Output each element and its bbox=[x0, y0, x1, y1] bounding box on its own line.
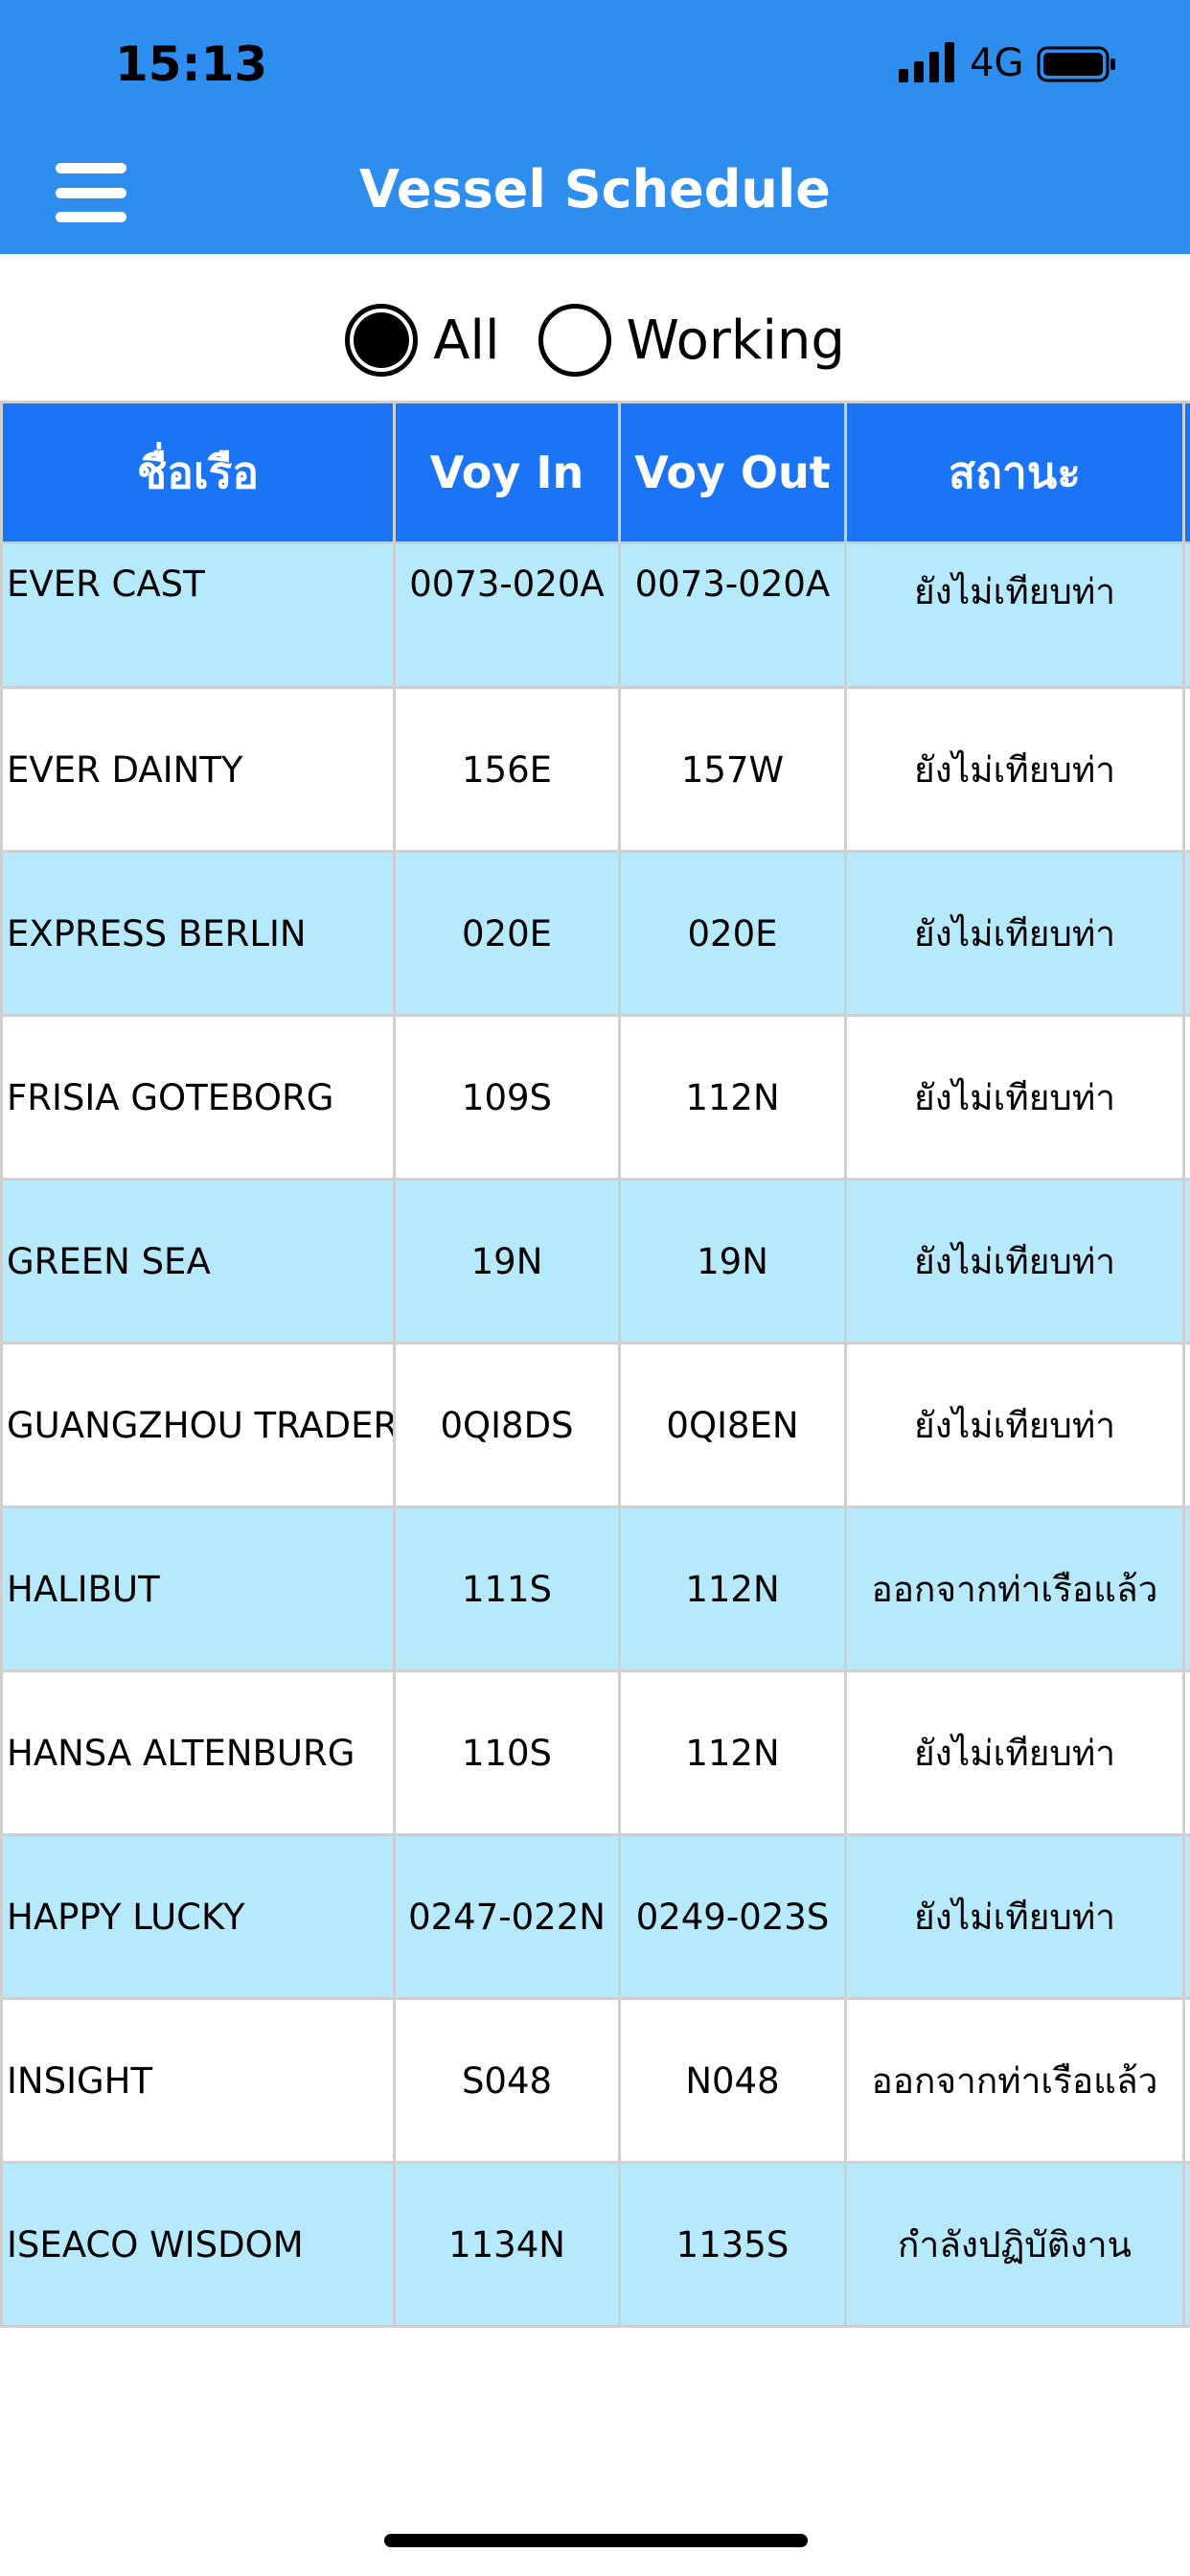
filter-working-label: Working bbox=[626, 309, 845, 372]
cell-vessel-name: HALIBUT bbox=[0, 1506, 396, 1672]
cell-overflow bbox=[1182, 1342, 1190, 1508]
cell-voy-out: 0073-020A bbox=[618, 541, 847, 689]
cell-voy-in: 19N bbox=[393, 1178, 621, 1345]
status-filter: All Working bbox=[0, 297, 1190, 383]
cell-voy-in: 0QI8DS bbox=[393, 1342, 621, 1508]
cell-overflow bbox=[1182, 2161, 1190, 2328]
table-row[interactable]: ISEACO WISDOM 1134N 1135S กำลังปฏิบัติงา… bbox=[0, 2161, 1190, 2328]
table-row[interactable]: HALIBUT 111S 112N ออกจากท่าเรือแล้ว bbox=[0, 1506, 1190, 1672]
app-header: 15:13 4G Vessel Schedule bbox=[0, 0, 1190, 254]
network-type-label: 4G bbox=[970, 41, 1024, 85]
vessel-schedule-table: ชื่อเรือ Voy In Voy Out สถานะ EVER CAST … bbox=[0, 401, 1190, 2328]
cell-vessel-name: GREEN SEA bbox=[0, 1178, 396, 1345]
cell-overflow bbox=[1182, 1014, 1190, 1181]
cell-voy-in: 1134N bbox=[393, 2161, 621, 2328]
cell-vessel-name: FRISIA GOTEBORG bbox=[0, 1014, 396, 1181]
cell-status: ยังไม่เทียบท่า bbox=[844, 1669, 1185, 1836]
cell-overflow bbox=[1182, 686, 1190, 853]
cell-overflow bbox=[1182, 1506, 1190, 1672]
cell-overflow bbox=[1182, 850, 1190, 1017]
header-status: สถานะ bbox=[844, 401, 1185, 544]
cell-overflow bbox=[1182, 1178, 1190, 1345]
cell-voy-in: 0073-020A bbox=[393, 541, 621, 689]
cell-status: ยังไม่เทียบท่า bbox=[844, 1014, 1185, 1181]
table-row[interactable]: FRISIA GOTEBORG 109S 112N ยังไม่เทียบท่า bbox=[0, 1014, 1190, 1181]
cell-vessel-name: EVER DAINTY bbox=[0, 686, 396, 853]
table-header-row: ชื่อเรือ Voy In Voy Out สถานะ bbox=[0, 401, 1190, 544]
cell-voy-out: 112N bbox=[618, 1014, 847, 1181]
cell-voy-out: 19N bbox=[618, 1178, 847, 1345]
cell-overflow bbox=[1182, 1833, 1190, 2000]
header-overflow-column bbox=[1182, 401, 1190, 544]
cell-status: ออกจากท่าเรือแล้ว bbox=[844, 1997, 1185, 2164]
cell-voy-out: 0QI8EN bbox=[618, 1342, 847, 1508]
header-voy-in: Voy In bbox=[393, 401, 621, 544]
cell-voy-out: 020E bbox=[618, 850, 847, 1017]
cell-vessel-name: EVER CAST bbox=[0, 541, 396, 689]
filter-working-option[interactable]: Working bbox=[538, 304, 845, 377]
cell-voy-out: N048 bbox=[618, 1997, 847, 2164]
cell-vessel-name: ISEACO WISDOM bbox=[0, 2161, 396, 2328]
table-row[interactable]: EXPRESS BERLIN 020E 020E ยังไม่เทียบท่า bbox=[0, 850, 1190, 1017]
header-vessel-name: ชื่อเรือ bbox=[0, 401, 396, 544]
cell-vessel-name: HANSA ALTENBURG bbox=[0, 1669, 396, 1836]
status-time: 15:13 bbox=[115, 36, 268, 92]
table-row[interactable]: EVER DAINTY 156E 157W ยังไม่เทียบท่า bbox=[0, 686, 1190, 853]
cell-overflow bbox=[1182, 1997, 1190, 2164]
cell-voy-in: 110S bbox=[393, 1669, 621, 1836]
cell-vessel-name: EXPRESS BERLIN bbox=[0, 850, 396, 1017]
cell-voy-out: 1135S bbox=[618, 2161, 847, 2328]
signal-strength-icon bbox=[899, 42, 954, 82]
cell-voy-out: 157W bbox=[618, 686, 847, 853]
cell-voy-in: 111S bbox=[393, 1506, 621, 1672]
table-row[interactable]: INSIGHT S048 N048 ออกจากท่าเรือแล้ว bbox=[0, 1997, 1190, 2164]
table-row[interactable]: GUANGZHOU TRADER 0QI8DS 0QI8EN ยังไม่เที… bbox=[0, 1342, 1190, 1508]
cell-voy-out: 112N bbox=[618, 1669, 847, 1836]
cell-voy-in: 156E bbox=[393, 686, 621, 853]
cell-overflow bbox=[1182, 541, 1190, 689]
radio-selected-icon[interactable] bbox=[345, 304, 419, 377]
page-title: Vessel Schedule bbox=[359, 159, 831, 219]
cell-voy-out: 0249-023S bbox=[618, 1833, 847, 2000]
cell-status: ยังไม่เทียบท่า bbox=[844, 686, 1185, 853]
home-indicator[interactable] bbox=[384, 2534, 808, 2547]
cell-status: ยังไม่เทียบท่า bbox=[844, 541, 1185, 689]
cell-voy-out: 112N bbox=[618, 1506, 847, 1672]
cell-vessel-name: GUANGZHOU TRADER bbox=[0, 1342, 396, 1508]
cell-voy-in: 109S bbox=[393, 1014, 621, 1181]
cell-voy-in: 0247-022N bbox=[393, 1833, 621, 2000]
cell-status: ยังไม่เทียบท่า bbox=[844, 1178, 1185, 1345]
cell-status: ออกจากท่าเรือแล้ว bbox=[844, 1506, 1185, 1672]
radio-unselected-icon[interactable] bbox=[538, 304, 611, 377]
cell-status: ยังไม่เทียบท่า bbox=[844, 1342, 1185, 1508]
table-row[interactable]: HANSA ALTENBURG 110S 112N ยังไม่เทียบท่า bbox=[0, 1669, 1190, 1836]
table-row[interactable]: HAPPY LUCKY 0247-022N 0249-023S ยังไม่เท… bbox=[0, 1833, 1190, 2000]
cell-vessel-name: INSIGHT bbox=[0, 1997, 396, 2164]
cell-vessel-name: HAPPY LUCKY bbox=[0, 1833, 396, 2000]
cell-overflow bbox=[1182, 1669, 1190, 1836]
cell-voy-in: 020E bbox=[393, 850, 621, 1017]
header-voy-out: Voy Out bbox=[618, 401, 847, 544]
cell-voy-in: S048 bbox=[393, 1997, 621, 2164]
table-row[interactable]: EVER CAST 0073-020A 0073-020A ยังไม่เทีย… bbox=[0, 541, 1190, 689]
cell-status: กำลังปฏิบัติงาน bbox=[844, 2161, 1185, 2328]
cell-status: ยังไม่เทียบท่า bbox=[844, 1833, 1185, 2000]
cell-status: ยังไม่เทียบท่า bbox=[844, 850, 1185, 1017]
battery-icon bbox=[1037, 46, 1115, 82]
filter-all-option[interactable]: All bbox=[345, 304, 500, 377]
filter-all-label: All bbox=[433, 309, 500, 372]
table-row[interactable]: GREEN SEA 19N 19N ยังไม่เทียบท่า bbox=[0, 1178, 1190, 1345]
